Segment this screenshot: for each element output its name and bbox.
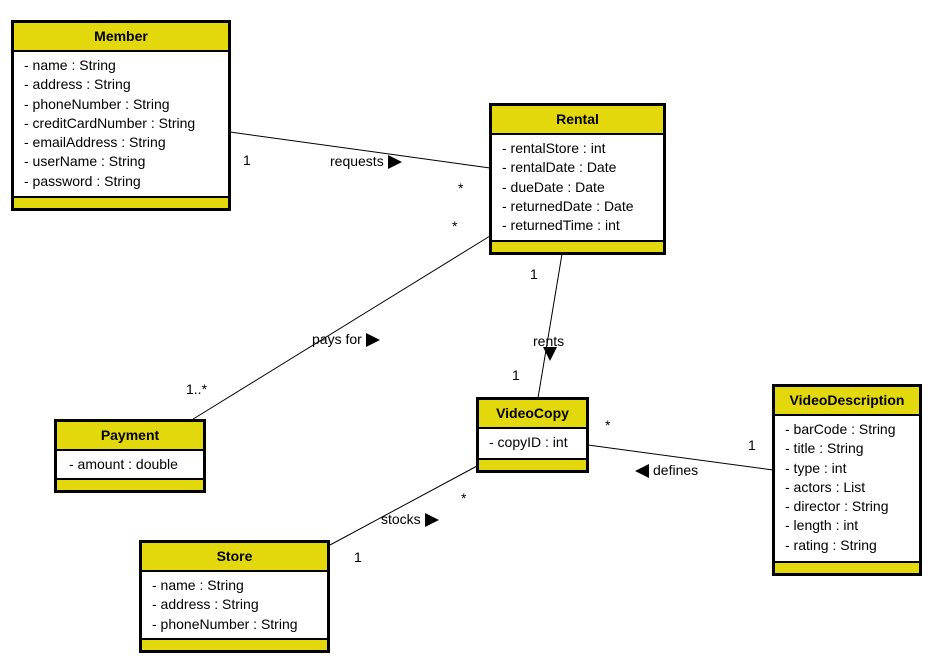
attribute-list: - rentalStore : int - rentalDate : Date … — [492, 135, 663, 241]
attribute: - title : String — [785, 440, 864, 457]
association-label-defines: defines — [635, 462, 699, 479]
multiplicity-rents-videocopy: 1 — [512, 367, 520, 383]
attribute: - rentalStore : int — [502, 140, 606, 156]
multiplicity-requests-member: 1 — [243, 152, 251, 168]
class-store[interactable]: Store - name : String - address : String… — [139, 540, 330, 653]
operations-compartment — [479, 458, 586, 470]
attribute: - copyID : int — [489, 434, 568, 450]
attribute: - phoneNumber : String — [24, 95, 170, 112]
multiplicity-pays-for-payment: 1..* — [186, 381, 208, 397]
attribute: - returnedDate : Date — [502, 197, 634, 214]
attribute: - creditCardNumber : String — [24, 114, 196, 131]
attribute: - userName : String — [24, 153, 146, 170]
operations-compartment — [14, 196, 228, 208]
line-rents — [537, 253, 563, 399]
attribute: - amount : double — [69, 456, 178, 472]
class-payment[interactable]: Payment - amount : double — [54, 419, 206, 493]
attribute: - phoneNumber : String — [152, 615, 298, 632]
attribute-list: - amount : double — [57, 451, 203, 480]
attribute: - type : int — [785, 459, 847, 476]
association-label-pays-for: pays for — [312, 331, 380, 348]
class-videodescription[interactable]: VideoDescription - barCode : String - ti… — [772, 384, 922, 576]
multiplicity-defines-videodescription: 1 — [748, 437, 756, 453]
attribute-list: - barCode : String - title : String - ty… — [775, 416, 919, 561]
direction-arrow-down-icon — [543, 347, 557, 361]
association-name: stocks — [381, 511, 421, 527]
association-name: defines — [653, 462, 699, 478]
class-name: VideoDescription — [775, 387, 919, 416]
multiplicity-rents-rental: 1 — [530, 266, 538, 282]
direction-arrow-right-icon — [387, 155, 402, 170]
line-pays-for — [189, 235, 491, 422]
class-rental[interactable]: Rental - rentalStore : int - rentalDate … — [489, 103, 666, 255]
direction-arrow-right-icon — [365, 333, 380, 348]
class-videocopy[interactable]: VideoCopy - copyID : int — [476, 397, 589, 473]
operations-compartment — [492, 240, 663, 252]
attribute-list: - name : String - address : String - pho… — [14, 52, 228, 197]
class-name: Store — [142, 543, 327, 572]
class-name: VideoCopy — [479, 400, 586, 429]
direction-arrow-right-icon — [424, 513, 439, 528]
multiplicity-stocks-videocopy: * — [461, 490, 467, 506]
attribute: - password : String — [24, 172, 141, 189]
operations-compartment — [775, 561, 919, 573]
attribute: - director : String — [785, 498, 889, 515]
attribute: - actors : List — [785, 478, 866, 495]
attribute: - rating : String — [785, 536, 877, 553]
attribute: - address : String — [152, 596, 259, 613]
line-stocks — [329, 465, 478, 546]
class-member[interactable]: Member - name : String - address : Strin… — [11, 20, 231, 211]
attribute: - returnedTime : int — [502, 217, 620, 234]
association-name: requests — [330, 153, 384, 169]
association-name: pays for — [312, 331, 362, 347]
attribute-list: - copyID : int — [479, 429, 586, 458]
multiplicity-defines-videocopy: * — [605, 417, 611, 433]
multiplicity-pays-for-rental: * — [452, 218, 458, 234]
attribute: - length : int — [785, 517, 859, 534]
association-label-requests: requests — [330, 153, 402, 170]
multiplicity-requests-rental: * — [458, 180, 464, 196]
operations-compartment — [57, 478, 203, 490]
attribute: - name : String — [152, 577, 244, 593]
class-name: Rental — [492, 106, 663, 135]
attribute: - rentalDate : Date — [502, 159, 617, 176]
attribute-list: - name : String - address : String - pho… — [142, 572, 327, 640]
association-label-stocks: stocks — [381, 511, 439, 528]
attribute: - dueDate : Date — [502, 178, 605, 195]
attribute: - address : String — [24, 76, 131, 93]
attribute: - emailAddress : String — [24, 134, 166, 151]
class-name: Payment — [57, 422, 203, 451]
direction-arrow-left-icon — [635, 464, 649, 479]
class-name: Member — [14, 23, 228, 52]
multiplicity-stocks-store: 1 — [354, 549, 362, 565]
operations-compartment — [142, 638, 327, 650]
attribute: - name : String — [24, 57, 116, 73]
attribute: - barCode : String — [785, 421, 896, 437]
